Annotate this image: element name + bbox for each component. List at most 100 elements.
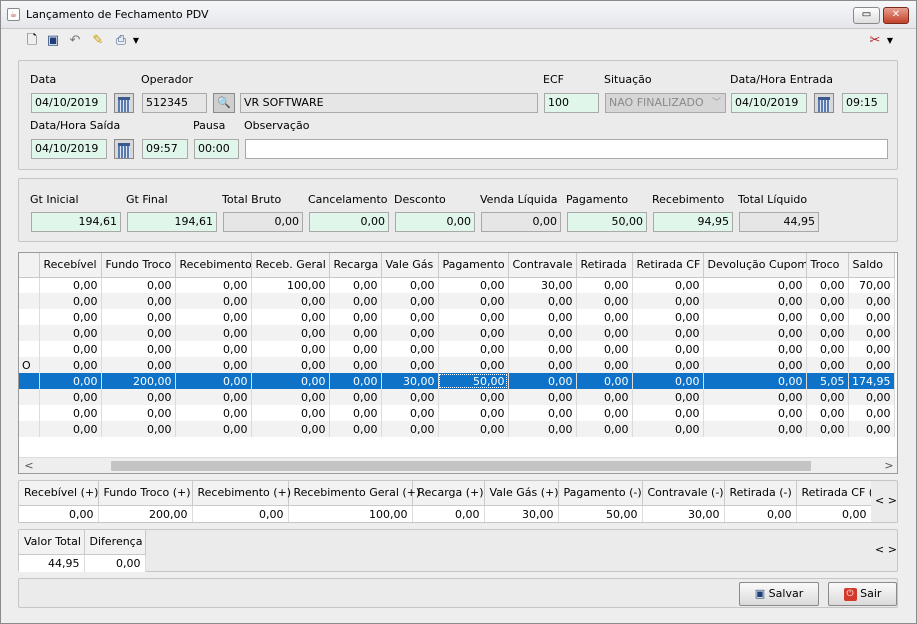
- table-cell[interactable]: 0,00: [438, 277, 509, 293]
- table-cell[interactable]: 0,00: [848, 325, 895, 341]
- table-cell[interactable]: 0,00: [576, 325, 633, 341]
- column-header[interactable]: Fundo Troco: [101, 253, 176, 278]
- table-cell[interactable]: 0,00: [632, 373, 704, 389]
- table-cell[interactable]: 0,00: [381, 293, 439, 309]
- column-header[interactable]: [19, 253, 40, 278]
- table-cell[interactable]: 0,00: [381, 325, 439, 341]
- table-cell[interactable]: 0,00: [632, 357, 704, 373]
- table-cell[interactable]: 0,00: [39, 389, 102, 405]
- table-cell[interactable]: 0,00: [508, 405, 577, 421]
- table-cell[interactable]: [19, 309, 40, 325]
- table-cell[interactable]: 0,00: [438, 421, 509, 437]
- table-cell[interactable]: 0,00: [508, 357, 577, 373]
- table-cell[interactable]: 0,00: [632, 421, 704, 437]
- table-cell[interactable]: 0,00: [329, 309, 382, 325]
- table-cell[interactable]: 0,00: [438, 389, 509, 405]
- table-cell[interactable]: [19, 277, 40, 293]
- table-cell[interactable]: 0,00: [576, 421, 633, 437]
- table-cell[interactable]: [19, 293, 40, 309]
- calendar-icon[interactable]: [114, 139, 134, 159]
- scroll-right-icon[interactable]: >: [881, 458, 897, 473]
- table-cell[interactable]: 0,00: [576, 341, 633, 357]
- column-header[interactable]: Devolução Cupom: [703, 253, 807, 278]
- new-document-icon[interactable]: 🗋: [23, 32, 41, 50]
- data-field[interactable]: 04/10/2019: [31, 93, 107, 113]
- table-cell[interactable]: 200,00: [101, 373, 176, 389]
- operador-code-field[interactable]: 512345: [142, 93, 207, 113]
- table-cell[interactable]: 0,00: [703, 421, 807, 437]
- exit-button[interactable]: ⏻ Sair: [828, 582, 897, 606]
- table-cell[interactable]: 0,00: [632, 341, 704, 357]
- table-cell[interactable]: 0,00: [329, 389, 382, 405]
- column-header[interactable]: Recebimento: [175, 253, 252, 278]
- ecf-field[interactable]: 100: [544, 93, 599, 113]
- table-cell[interactable]: [19, 325, 40, 341]
- table-row[interactable]: 0,00 0,00 0,00 0,00 0,00 0,00 0,00 0,00 0,00 0,00…: [19, 405, 895, 421]
- table-cell[interactable]: 0,00: [703, 389, 807, 405]
- table-cell[interactable]: [19, 421, 40, 437]
- table-cell[interactable]: 0,00: [175, 277, 252, 293]
- table-cell[interactable]: 0,00: [175, 309, 252, 325]
- table-cell[interactable]: 0,00: [576, 277, 633, 293]
- table-cell[interactable]: 0,00: [251, 357, 330, 373]
- table-cell[interactable]: 0,00: [101, 421, 176, 437]
- column-header[interactable]: Saldo: [848, 253, 895, 278]
- print-icon[interactable]: ⎙: [112, 32, 130, 50]
- table-cell[interactable]: 0,00: [703, 309, 807, 325]
- column-header[interactable]: Recebível: [39, 253, 102, 278]
- table-cell[interactable]: 0,00: [175, 389, 252, 405]
- table-cell[interactable]: 50,00: [438, 373, 509, 389]
- saida-date-field[interactable]: 04/10/2019: [31, 139, 107, 159]
- table-cell[interactable]: 0,00: [632, 405, 704, 421]
- scrollbar-thumb[interactable]: [111, 461, 811, 471]
- table-cell[interactable]: 174,95: [848, 373, 895, 389]
- table-cell[interactable]: 0,00: [848, 293, 895, 309]
- undo-icon[interactable]: ↶: [66, 32, 84, 50]
- table-cell[interactable]: 0,00: [251, 293, 330, 309]
- close-button[interactable]: ✕: [883, 7, 909, 24]
- table-cell[interactable]: 0,00: [806, 389, 849, 405]
- table-cell[interactable]: 0,00: [251, 389, 330, 405]
- table-cell[interactable]: 0,00: [576, 357, 633, 373]
- table-cell[interactable]: 100,00: [251, 277, 330, 293]
- table-cell[interactable]: 0,00: [576, 373, 633, 389]
- table-cell[interactable]: 0,00: [381, 405, 439, 421]
- table-cell[interactable]: 0,00: [101, 357, 176, 373]
- table-cell[interactable]: 0,00: [175, 357, 252, 373]
- table-cell[interactable]: 0,00: [703, 293, 807, 309]
- table-row[interactable]: 0,00 0,00 0,00 0,00 0,00 0,00 0,00 0,00 0,00 0,00…: [19, 421, 895, 437]
- table-cell[interactable]: 0,00: [381, 357, 439, 373]
- table-cell[interactable]: 0,00: [329, 421, 382, 437]
- table-cell[interactable]: 0,00: [175, 341, 252, 357]
- tools-icon[interactable]: ✂: [866, 32, 884, 50]
- column-header[interactable]: Receb. Geral: [251, 253, 330, 278]
- table-cell[interactable]: 0,00: [329, 293, 382, 309]
- table-cell[interactable]: 0,00: [806, 325, 849, 341]
- table-cell[interactable]: 70,00: [848, 277, 895, 293]
- table-cell[interactable]: 0,00: [632, 309, 704, 325]
- entrada-date-field[interactable]: 04/10/2019: [731, 93, 807, 113]
- table-cell[interactable]: 0,00: [703, 357, 807, 373]
- table-cell[interactable]: 30,00: [508, 277, 577, 293]
- table-cell[interactable]: 0,00: [329, 325, 382, 341]
- entrada-time-field[interactable]: 09:15: [842, 93, 888, 113]
- table-cell[interactable]: 0,00: [39, 373, 102, 389]
- observacao-field[interactable]: [245, 139, 888, 159]
- table-cell[interactable]: 0,00: [806, 277, 849, 293]
- table-cell[interactable]: 0,00: [251, 421, 330, 437]
- table-cell[interactable]: 0,00: [806, 405, 849, 421]
- table-cell[interactable]: 0,00: [39, 421, 102, 437]
- table-cell[interactable]: 0,00: [175, 405, 252, 421]
- table-cell[interactable]: 0,00: [101, 277, 176, 293]
- table-cell[interactable]: 0,00: [508, 389, 577, 405]
- table-cell[interactable]: 0,00: [806, 293, 849, 309]
- table-cell[interactable]: 0,00: [329, 277, 382, 293]
- column-header[interactable]: Contravale: [508, 253, 577, 278]
- restore-button[interactable]: ▭: [853, 7, 880, 24]
- column-header[interactable]: Recarga: [329, 253, 382, 278]
- table-row[interactable]: 0,00 0,00 0,00 0,00 0,00 0,00 0,00 0,00 0,00 0,00…: [19, 309, 895, 325]
- table-cell[interactable]: 0,00: [438, 309, 509, 325]
- table-cell[interactable]: 0,00: [175, 325, 252, 341]
- column-header[interactable]: Retirada: [576, 253, 633, 278]
- table-cell[interactable]: 0,00: [251, 309, 330, 325]
